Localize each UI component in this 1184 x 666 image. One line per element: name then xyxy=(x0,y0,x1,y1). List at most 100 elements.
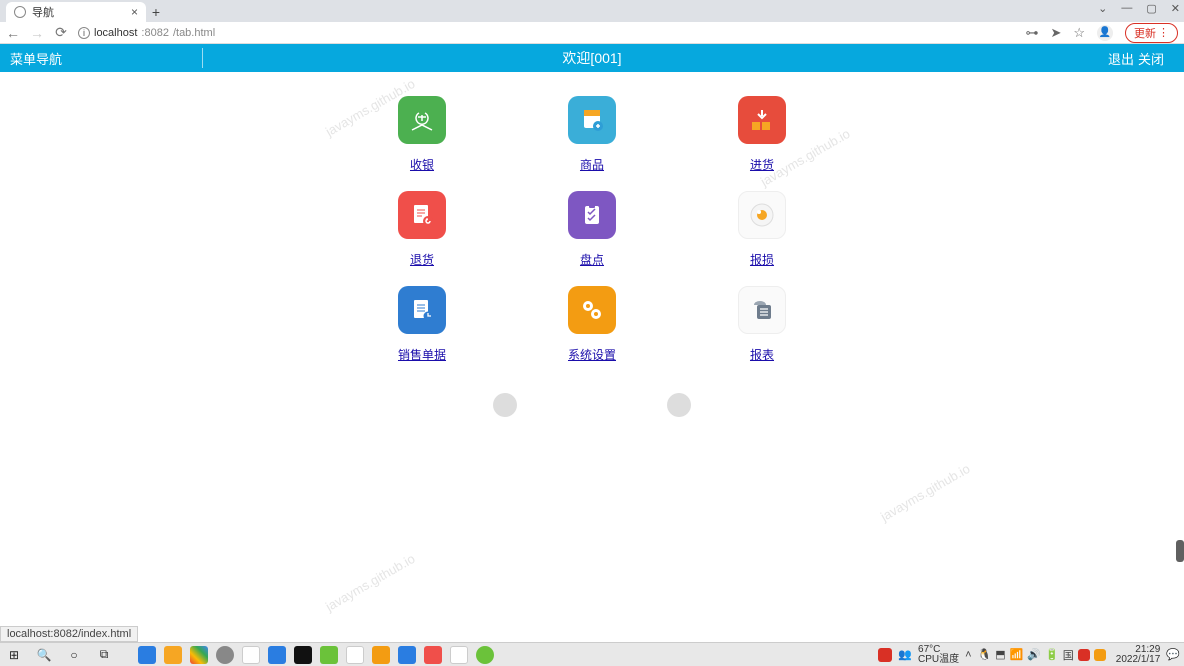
decorative-dots xyxy=(377,393,807,417)
taskbar-app-3[interactable] xyxy=(216,646,234,664)
menu-nav-label[interactable]: 菜单导航 xyxy=(0,49,72,68)
tray-lang-icon[interactable]: 国 xyxy=(1063,647,1074,663)
taskbar-app-11[interactable] xyxy=(424,646,442,664)
tray-icon-1[interactable]: 🐧 xyxy=(978,648,992,661)
update-button[interactable]: 更新 ⋮ xyxy=(1125,23,1178,43)
browser-tab[interactable]: 导航 × xyxy=(6,2,146,22)
tab-title: 导航 xyxy=(32,4,54,20)
notifications-icon[interactable]: 💬 xyxy=(1166,648,1180,661)
sales-doc-icon xyxy=(408,296,436,324)
status-hover-url: localhost:8082/index.html xyxy=(0,626,138,642)
taskbar-app-9[interactable] xyxy=(372,646,390,664)
taskbar-app-12[interactable] xyxy=(450,646,468,664)
forward-icon: → xyxy=(30,25,44,41)
url-host: localhost xyxy=(94,27,137,39)
site-info-icon[interactable]: i xyxy=(78,27,90,39)
cortana-icon[interactable]: ○ xyxy=(64,647,84,663)
loss-link[interactable]: 报损 xyxy=(750,251,774,268)
purchase-link[interactable]: 进货 xyxy=(750,156,774,173)
app-header: 菜单导航 欢迎[001] 退出 关闭 xyxy=(0,44,1184,72)
loss-icon xyxy=(747,200,777,230)
report-icon xyxy=(747,295,777,325)
logout-link[interactable]: 退出 xyxy=(1108,49,1134,68)
report-link[interactable]: 报表 xyxy=(750,346,774,363)
window-controls: ⌄ — ▢ ✕ xyxy=(1098,2,1180,15)
new-tab-button[interactable]: + xyxy=(146,2,166,22)
cashier-link[interactable]: 收银 xyxy=(410,156,434,173)
tray-battery-icon[interactable]: 🔋 xyxy=(1045,648,1059,661)
tray-wifi-icon[interactable]: 📶 xyxy=(1010,648,1024,661)
tray-icon-3[interactable] xyxy=(1078,649,1090,661)
dot-2 xyxy=(667,393,691,417)
close-link[interactable]: 关闭 xyxy=(1138,49,1164,68)
key-icon[interactable]: ⊶ xyxy=(1025,25,1038,41)
taskview-icon[interactable]: ⧉ xyxy=(94,647,114,663)
close-tab-icon[interactable]: × xyxy=(131,5,138,19)
browser-tabbar: 导航 × + ⌄ — ▢ ✕ xyxy=(0,0,1184,22)
url-port: :8082 xyxy=(141,27,169,39)
back-icon[interactable]: ← xyxy=(6,25,20,41)
inventory-icon xyxy=(578,201,606,229)
return-link[interactable]: 退货 xyxy=(410,251,434,268)
send-icon[interactable]: ➤ xyxy=(1050,25,1061,41)
reload-icon[interactable]: ⟳ xyxy=(54,24,68,41)
goods-icon xyxy=(578,106,606,134)
close-window-icon[interactable]: ✕ xyxy=(1171,2,1180,15)
main-grid: 收银 商品 进货 退货 xyxy=(0,72,1184,417)
start-icon[interactable]: ⊞ xyxy=(4,647,24,663)
welcome-text: 欢迎[001] xyxy=(562,48,621,68)
tray-volume-icon[interactable]: 🔊 xyxy=(1027,648,1041,661)
settings-tile[interactable] xyxy=(568,286,616,334)
return-tile[interactable] xyxy=(398,191,446,239)
watermark: javayms.github.io xyxy=(878,461,972,524)
header-divider xyxy=(202,48,203,68)
purchase-icon xyxy=(748,106,776,134)
taskbar-app-6[interactable] xyxy=(294,646,312,664)
tray-caret-icon[interactable]: ˄ xyxy=(965,649,971,661)
taskbar-app-8[interactable] xyxy=(346,646,364,664)
taskbar-app-4[interactable] xyxy=(242,646,260,664)
caret-down-icon[interactable]: ⌄ xyxy=(1098,2,1107,15)
inventory-link[interactable]: 盘点 xyxy=(580,251,604,268)
settings-link[interactable]: 系统设置 xyxy=(568,346,616,363)
cpu-temp-label: CPU温度 xyxy=(918,655,959,665)
maximize-icon[interactable]: ▢ xyxy=(1146,2,1156,15)
sales-doc-tile[interactable] xyxy=(398,286,446,334)
url-box[interactable]: i localhost:8082/tab.html xyxy=(78,27,215,39)
browser-addressbar: ← → ⟳ i localhost:8082/tab.html ⊶ ➤ ☆ 👤 … xyxy=(0,22,1184,44)
settings-icon xyxy=(577,295,607,325)
inventory-tile[interactable] xyxy=(568,191,616,239)
cpu-temp-value: 67°C xyxy=(918,645,940,655)
goods-tile[interactable] xyxy=(568,96,616,144)
right-scroll-handle[interactable] xyxy=(1176,540,1184,562)
taskbar-app-1[interactable] xyxy=(138,646,156,664)
report-tile[interactable] xyxy=(738,286,786,334)
minimize-icon[interactable]: — xyxy=(1121,2,1132,15)
profile-icon[interactable]: 👤 xyxy=(1097,25,1113,41)
search-taskbar-icon[interactable]: 🔍 xyxy=(34,647,54,663)
loss-tile[interactable] xyxy=(738,191,786,239)
watermark: javayms.github.io xyxy=(323,551,417,614)
cashier-tile[interactable] xyxy=(398,96,446,144)
tray-icon-4[interactable] xyxy=(1094,649,1106,661)
goods-link[interactable]: 商品 xyxy=(580,156,604,173)
bookmark-icon[interactable]: ☆ xyxy=(1073,25,1085,41)
contacts-icon[interactable]: 👥 xyxy=(898,648,912,661)
windows-taskbar: ⊞ 🔍 ○ ⧉ 👥 67°C CPU温度 ˄ 🐧 xyxy=(0,642,1184,666)
purchase-tile[interactable] xyxy=(738,96,786,144)
dot-1 xyxy=(493,393,517,417)
taskbar-app-5[interactable] xyxy=(268,646,286,664)
taskbar-app-2[interactable] xyxy=(164,646,182,664)
clock-date: 2022/1/17 xyxy=(1116,655,1161,665)
tray-ime-icon[interactable] xyxy=(878,648,892,662)
return-icon xyxy=(408,201,436,229)
sales-doc-link[interactable]: 销售单据 xyxy=(398,346,446,363)
tray-icon-2[interactable]: ⬒ xyxy=(995,648,1005,661)
globe-icon xyxy=(14,6,26,18)
taskbar-app-10[interactable] xyxy=(398,646,416,664)
taskbar-app-chrome[interactable] xyxy=(190,646,208,664)
taskbar-app-13[interactable] xyxy=(476,646,494,664)
taskbar-app-7[interactable] xyxy=(320,646,338,664)
taskbar-clock[interactable]: 21:29 2022/1/17 xyxy=(1116,645,1161,665)
clock-time: 21:29 xyxy=(1135,645,1160,655)
